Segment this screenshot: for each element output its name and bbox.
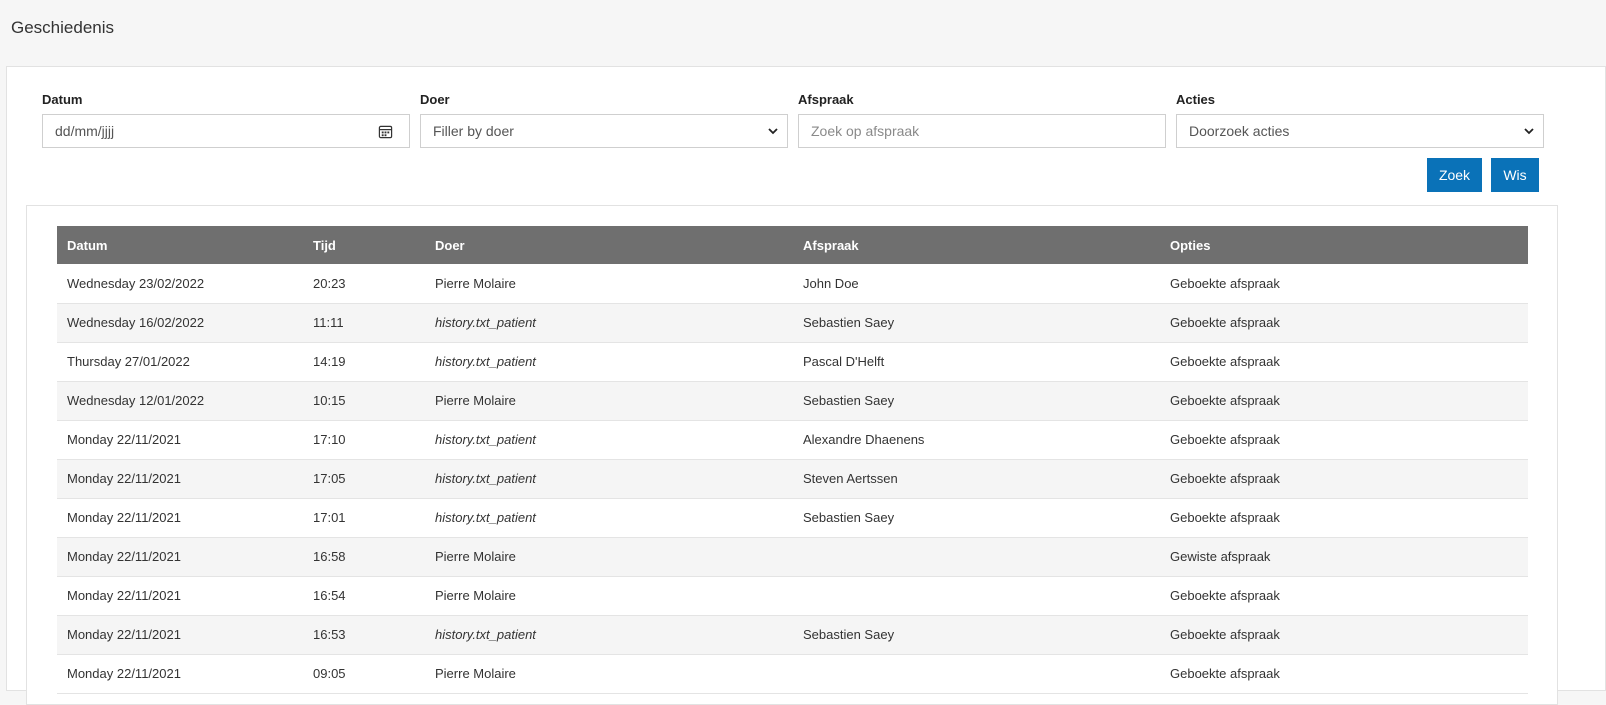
filter-acties: Acties Doorzoek acties (1176, 93, 1544, 148)
afspraak-label: Afspraak (798, 92, 854, 107)
cell-opties: Geboekte afspraak (1160, 342, 1528, 382)
cell-afspraak (793, 576, 1160, 616)
cell-afspraak: Alexandre Dhaenens (793, 420, 1160, 460)
cell-opties: Geboekte afspraak (1160, 381, 1528, 421)
column-header-doer[interactable]: Doer (425, 226, 793, 264)
column-header-tijd[interactable]: Tijd (303, 226, 425, 264)
cell-tijd: 11:11 (303, 303, 425, 343)
cell-datum: Monday 22/11/2021 (57, 537, 303, 577)
cell-opties: Geboekte afspraak (1160, 654, 1528, 694)
table-row[interactable]: Monday 22/11/2021 16:58 Pierre Molaire Gewi… (57, 537, 1528, 577)
cell-doer: Pierre Molaire (425, 381, 793, 421)
search-button[interactable]: Zoek (1427, 158, 1482, 192)
calendar-icon[interactable] (378, 124, 393, 139)
cell-doer: history.txt_patient (425, 342, 793, 382)
table-row[interactable]: Monday 22/11/2021 17:10 history.txt_patien… (57, 420, 1528, 460)
cell-datum: Wednesday 12/01/2022 (57, 381, 303, 421)
history-table: Datum Tijd Doer Afspraak Opties Wednesda… (57, 226, 1528, 694)
cell-datum: Monday 22/11/2021 (57, 654, 303, 694)
cell-tijd: 16:53 (303, 615, 425, 655)
cell-opties: Gewiste afspraak (1160, 537, 1528, 577)
cell-opties: Geboekte afspraak (1160, 264, 1528, 304)
cell-tijd: 20:23 (303, 264, 425, 304)
cell-opties: Geboekte afspraak (1160, 459, 1528, 499)
cell-opties: Geboekte afspraak (1160, 420, 1528, 460)
cell-doer: Pierre Molaire (425, 654, 793, 694)
cell-doer: Pierre Molaire (425, 576, 793, 616)
cell-afspraak: Sebastien Saey (793, 381, 1160, 421)
column-header-datum[interactable]: Datum (57, 226, 303, 264)
chevron-down-icon (768, 128, 778, 135)
filter-doer: Doer Filler by doer (420, 93, 788, 148)
cell-datum: Monday 22/11/2021 (57, 498, 303, 538)
date-input[interactable]: dd/mm/jjjj (42, 114, 410, 148)
cell-tijd: 14:19 (303, 342, 425, 382)
cell-tijd: 09:05 (303, 654, 425, 694)
cell-doer: Pierre Molaire (425, 537, 793, 577)
cell-doer: Pierre Molaire (425, 264, 793, 304)
table-row[interactable]: Wednesday 16/02/2022 11:11 history.txt_pat… (57, 303, 1528, 343)
table-row[interactable]: Monday 22/11/2021 09:05 Pierre Molaire Gebo… (57, 654, 1528, 694)
table-row[interactable]: Monday 22/11/2021 16:54 Pierre Molaire Gebo… (57, 576, 1528, 616)
cell-tijd: 17:10 (303, 420, 425, 460)
afspraak-search-input[interactable]: Zoek op afspraak (798, 114, 1166, 148)
cell-datum: Monday 22/11/2021 (57, 459, 303, 499)
cell-datum: Monday 22/11/2021 (57, 615, 303, 655)
cell-opties: Geboekte afspraak (1160, 303, 1528, 343)
cell-afspraak: Steven Aertssen (793, 459, 1160, 499)
cell-datum: Monday 22/11/2021 (57, 576, 303, 616)
table-row[interactable]: Monday 22/11/2021 16:53 history.txt_patien… (57, 615, 1528, 655)
doer-label: Doer (420, 92, 450, 107)
cell-afspraak: Sebastien Saey (793, 498, 1160, 538)
cell-tijd: 17:05 (303, 459, 425, 499)
cell-opties: Geboekte afspraak (1160, 615, 1528, 655)
history-table-container: Datum Tijd Doer Afspraak Opties Wednesda… (26, 205, 1558, 705)
cell-datum: Wednesday 16/02/2022 (57, 303, 303, 343)
cell-tijd: 16:58 (303, 537, 425, 577)
doer-select[interactable]: Filler by doer (420, 114, 788, 148)
table-row[interactable]: Wednesday 12/01/2022 10:15 Pierre Molaire S… (57, 381, 1528, 421)
cell-afspraak: Sebastien Saey (793, 615, 1160, 655)
table-body: Wednesday 23/02/2022 20:23 Pierre Molaire J… (57, 264, 1528, 694)
page-title: Geschiedenis (11, 18, 115, 37)
cell-opties: Geboekte afspraak (1160, 498, 1528, 538)
filter-datum: Datum dd/mm/jjjj (42, 93, 410, 148)
cell-doer: history.txt_patient (425, 303, 793, 343)
cell-afspraak: Sebastien Saey (793, 303, 1160, 343)
clear-button[interactable]: Wis (1491, 158, 1539, 192)
cell-doer: history.txt_patient (425, 420, 793, 460)
table-row[interactable]: Thursday 27/01/2022 14:19 history.txt_pati… (57, 342, 1528, 382)
cell-opties: Geboekte afspraak (1160, 576, 1528, 616)
table-row[interactable]: Monday 22/11/2021 17:05 history.txt_patien… (57, 459, 1528, 499)
cell-doer: history.txt_patient (425, 459, 793, 499)
cell-doer: history.txt_patient (425, 498, 793, 538)
acties-select-value: Doorzoek acties (1189, 123, 1290, 139)
column-header-afspraak[interactable]: Afspraak (793, 226, 1160, 264)
cell-afspraak (793, 537, 1160, 577)
history-panel: Datum dd/mm/jjjj Doer Filler by doer Afs… (6, 66, 1606, 705)
cell-tijd: 17:01 (303, 498, 425, 538)
column-header-opties[interactable]: Opties (1160, 226, 1528, 264)
cell-tijd: 16:54 (303, 576, 425, 616)
doer-select-value: Filler by doer (433, 123, 514, 139)
cell-datum: Monday 22/11/2021 (57, 420, 303, 460)
table-row[interactable]: Monday 22/11/2021 17:01 history.txt_patien… (57, 498, 1528, 538)
acties-select[interactable]: Doorzoek acties (1176, 114, 1544, 148)
chevron-down-icon (1524, 128, 1534, 135)
cell-doer: history.txt_patient (425, 615, 793, 655)
filter-afspraak: Afspraak Zoek op afspraak (798, 93, 1166, 148)
afspraak-placeholder: Zoek op afspraak (811, 123, 920, 139)
table-header-row: Datum Tijd Doer Afspraak Opties (57, 226, 1528, 264)
acties-label: Acties (1176, 92, 1216, 107)
cell-afspraak: John Doe (793, 264, 1160, 304)
cell-datum: Wednesday 23/02/2022 (57, 264, 303, 304)
cell-tijd: 10:15 (303, 381, 425, 421)
table-row[interactable]: Wednesday 23/02/2022 20:23 Pierre Molaire J… (57, 264, 1528, 304)
cell-datum: Thursday 27/01/2022 (57, 342, 303, 382)
cell-afspraak (793, 654, 1160, 694)
cell-afspraak: Pascal D'Helft (793, 342, 1160, 382)
date-placeholder: dd/mm/jjjj (55, 123, 115, 139)
datum-label: Datum (42, 92, 83, 107)
